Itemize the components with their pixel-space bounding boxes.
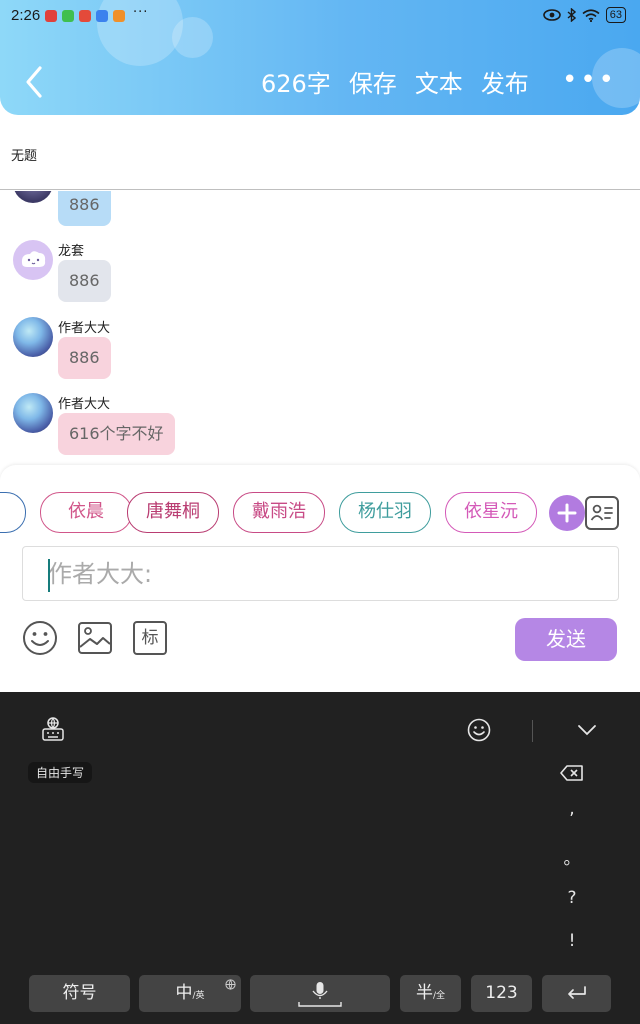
word-count: 626字 [261,70,331,98]
character-selector[interactable]: 依晨 唐舞桐 戴雨浩 杨仕羽 依星沅 [0,492,570,534]
sender-name: 作者大大 [58,397,111,412]
toolbar-actions: 626字 保存 文本 发布 [261,64,529,99]
punctuation-key[interactable]: ? [560,888,584,908]
chat-list[interactable]: 886 龙套 886 作者大大 886 作者大大 616个字不好 [0,191,640,465]
voice-space-key[interactable] [250,975,390,1012]
send-button[interactable]: 发送 [515,618,617,661]
microphone-icon [298,982,342,1007]
hide-keyboard-button[interactable] [576,722,598,741]
news-app-icon [45,10,57,22]
message-bubble: 616个字不好 [58,413,175,455]
keyboard-switch-button[interactable] [41,717,65,745]
video-app-icon [113,10,125,22]
battery-indicator: 63 [605,7,626,23]
enter-icon [567,986,586,999]
bluetooth-icon [567,8,576,22]
tag-button[interactable]: 标 [132,620,168,656]
smiley-icon [23,621,57,655]
character-chip[interactable]: 戴雨浩 [233,492,325,533]
divider [532,720,533,742]
character-chip-partial[interactable] [0,492,26,533]
half-main-label: 半 [415,983,433,1003]
more-options-icon[interactable]: ••• [562,67,617,93]
status-notification-icons [45,10,125,22]
status-indicators: 63 [542,7,626,23]
contact-card-button[interactable] [585,496,619,530]
globe-icon [225,979,236,990]
character-chip[interactable]: 杨仕羽 [339,492,431,533]
plus-icon [557,503,577,523]
message-input[interactable]: 作者大大: [22,546,619,601]
publish-button[interactable]: 发布 [481,64,529,99]
mail-app-icon [79,10,91,22]
character-chip[interactable]: 依晨 [40,492,132,533]
back-button[interactable] [20,62,50,102]
character-chip[interactable]: 依星沅 [445,492,537,533]
avatar [13,191,53,203]
backspace-button[interactable] [560,765,584,785]
document-title[interactable]: 无题 [11,145,37,164]
smiley-icon [467,718,491,742]
emoji-button[interactable] [22,620,58,656]
language-switch-key[interactable]: 中/英 [139,975,241,1012]
globe-keyboard-icon [42,717,64,741]
message-bubble: 886 [58,260,111,302]
contact-card-icon [590,504,613,521]
image-button[interactable] [77,620,113,656]
app-header: 2:26 ··· 63 626字 保存 文本 发布 ••• [0,0,640,115]
message-bubble: 886 [58,191,111,226]
avatar [13,393,53,433]
sender-name: 龙套 [58,244,85,259]
handwriting-mode-label[interactable]: 自由手写 [28,762,93,783]
punctuation-key[interactable]: , [560,799,584,819]
chevron-down-icon [578,725,596,736]
wechat-icon [62,10,74,22]
status-more-icon: ··· [133,5,149,20]
message-bubble: 886 [58,337,111,379]
enter-key[interactable] [542,975,611,1012]
backspace-icon [560,765,583,781]
sender-name: 作者大大 [58,321,111,336]
message-input-placeholder: 作者大大: [48,560,153,588]
add-character-button[interactable] [549,495,585,531]
numbers-key[interactable]: 123 [471,975,532,1012]
punctuation-key[interactable]: 。 [560,844,584,869]
tag-icon-label: 标 [141,628,159,648]
avatar [13,317,53,357]
keyboard-emoji-button[interactable] [467,718,491,746]
document-title-row: 无题 [0,115,640,190]
status-time: 2:26 [11,7,41,24]
symbols-key[interactable]: 符号 [29,975,130,1012]
avatar [13,240,53,280]
image-icon [78,622,112,654]
language-main-label: 中 [175,983,193,1003]
status-bar: 2:26 ··· 63 [0,0,640,32]
eye-icon [542,9,561,21]
save-button[interactable]: 保存 [349,64,397,99]
text-button[interactable]: 文本 [415,64,463,99]
soft-keyboard: 自由手写 , 。 ? ! 符号 中/英 半/全 123 [0,692,640,1024]
character-chip[interactable]: 唐舞桐 [127,492,219,533]
chevron-left-icon [26,66,42,98]
half-full-width-key[interactable]: 半/全 [400,975,461,1012]
cloud-app-icon [96,10,108,22]
composer-panel: 依晨 唐舞桐 戴雨浩 杨仕羽 依星沅 作者大大: 标 发送 [0,465,640,693]
punctuation-key[interactable]: ! [560,931,584,951]
half-sub-label: /全 [432,991,446,1001]
wifi-icon [582,8,600,22]
language-sub-label: /英 [192,991,205,1001]
text-caret [48,559,50,592]
cloud-face-icon [21,251,46,267]
